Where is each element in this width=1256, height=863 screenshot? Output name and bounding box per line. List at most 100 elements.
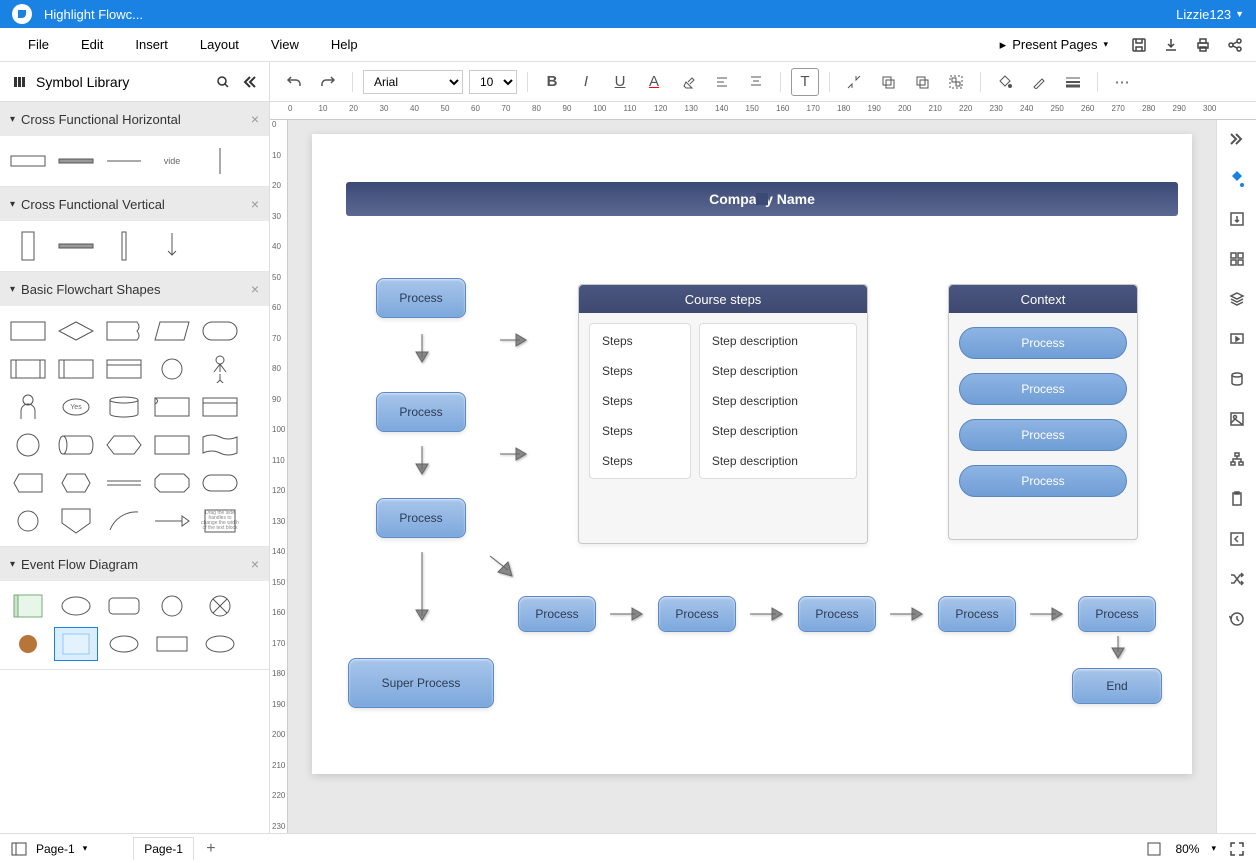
shape-thumb[interactable]: [54, 352, 98, 386]
fill-button[interactable]: [991, 68, 1019, 96]
export-icon[interactable]: [1226, 208, 1248, 230]
valign-button[interactable]: [742, 68, 770, 96]
menu-view[interactable]: View: [255, 28, 315, 61]
shape-thumb[interactable]: [6, 428, 50, 462]
shape-thumb[interactable]: [198, 428, 242, 462]
lib-header-cross-h[interactable]: ▾Cross Functional Horizontal×: [0, 102, 269, 136]
shape-thumb[interactable]: [150, 589, 194, 623]
shape-thumb[interactable]: [6, 144, 50, 178]
node-process[interactable]: Process: [1078, 596, 1156, 632]
shape-thumb[interactable]: Drag the sidehandles tochange the widtho…: [198, 504, 242, 538]
collapse-icon[interactable]: [241, 74, 257, 90]
font-size-select[interactable]: 10: [469, 70, 517, 94]
close-icon[interactable]: ×: [251, 196, 259, 212]
context-item[interactable]: Process: [959, 327, 1127, 359]
node-process[interactable]: Process: [938, 596, 1016, 632]
present-pages-button[interactable]: ▸ Present Pages ▾: [992, 33, 1116, 57]
clipboard-icon[interactable]: [1226, 488, 1248, 510]
shape-thumb[interactable]: [198, 144, 242, 178]
shape-thumb[interactable]: [198, 466, 242, 500]
node-process[interactable]: Process: [658, 596, 736, 632]
shape-thumb[interactable]: [198, 314, 242, 348]
connector-button[interactable]: [840, 68, 868, 96]
shape-thumb[interactable]: [150, 466, 194, 500]
collapse-icon[interactable]: [1226, 528, 1248, 550]
font-family-select[interactable]: Arial: [363, 70, 463, 94]
node-process[interactable]: Process: [798, 596, 876, 632]
shape-thumb[interactable]: [150, 352, 194, 386]
image-icon[interactable]: [1226, 408, 1248, 430]
shape-thumb[interactable]: [102, 390, 146, 424]
node-process[interactable]: Process: [518, 596, 596, 632]
theme-icon[interactable]: [1226, 168, 1248, 190]
expand-panel-icon[interactable]: [1226, 128, 1248, 150]
diagram-title[interactable]: Company Name: [346, 182, 1178, 216]
shape-thumb[interactable]: [54, 144, 98, 178]
menu-edit[interactable]: Edit: [65, 28, 119, 61]
add-page-button[interactable]: +: [202, 840, 220, 858]
highlight-button[interactable]: [674, 68, 702, 96]
shape-thumb[interactable]: [6, 466, 50, 500]
canvas-page[interactable]: Company Name Process Process Process Sup…: [312, 134, 1192, 774]
shape-thumb[interactable]: [198, 352, 242, 386]
lib-header-cross-v[interactable]: ▾Cross Functional Vertical×: [0, 187, 269, 221]
shape-thumb[interactable]: [6, 229, 50, 263]
fit-window-icon[interactable]: [1145, 840, 1163, 858]
grid-icon[interactable]: [1226, 248, 1248, 270]
line-color-button[interactable]: [1025, 68, 1053, 96]
shape-thumb[interactable]: [54, 627, 98, 661]
menu-help[interactable]: Help: [315, 28, 374, 61]
panel-course[interactable]: Course steps Steps Steps Steps Steps Ste…: [578, 284, 868, 544]
context-item[interactable]: Process: [959, 419, 1127, 451]
context-item[interactable]: Process: [959, 465, 1127, 497]
shuffle-icon[interactable]: [1226, 568, 1248, 590]
align-button[interactable]: [708, 68, 736, 96]
line-style-button[interactable]: [1059, 68, 1087, 96]
node-end[interactable]: End: [1072, 668, 1162, 704]
zoom-level[interactable]: 80%: [1175, 842, 1199, 856]
shape-thumb[interactable]: [198, 627, 242, 661]
shape-thumb[interactable]: [6, 504, 50, 538]
sitemap-icon[interactable]: [1226, 448, 1248, 470]
shape-thumb[interactable]: [150, 390, 194, 424]
undo-button[interactable]: [280, 68, 308, 96]
shape-thumb[interactable]: [6, 390, 50, 424]
shape-thumb[interactable]: [54, 229, 98, 263]
user-menu[interactable]: Lizzie123 ▼: [1176, 7, 1244, 22]
shape-thumb[interactable]: [102, 589, 146, 623]
shape-thumb[interactable]: [54, 504, 98, 538]
shape-thumb[interactable]: [102, 466, 146, 500]
database-icon[interactable]: [1226, 368, 1248, 390]
shape-thumb[interactable]: [6, 627, 50, 661]
shape-thumb[interactable]: [54, 314, 98, 348]
chevron-down-icon[interactable]: ▾: [1211, 843, 1216, 854]
shape-thumb[interactable]: [54, 428, 98, 462]
shape-thumb[interactable]: [102, 229, 146, 263]
node-process[interactable]: Process: [376, 278, 466, 318]
share-icon[interactable]: [1226, 36, 1244, 54]
context-item[interactable]: Process: [959, 373, 1127, 405]
close-icon[interactable]: ×: [251, 111, 259, 127]
canvas-scroll[interactable]: Company Name Process Process Process Sup…: [288, 120, 1216, 833]
print-icon[interactable]: [1194, 36, 1212, 54]
shape-thumb[interactable]: [102, 504, 146, 538]
group-button[interactable]: [942, 68, 970, 96]
shape-thumb[interactable]: [198, 589, 242, 623]
underline-button[interactable]: U: [606, 68, 634, 96]
shape-thumb[interactable]: [6, 352, 50, 386]
node-super-process[interactable]: Super Process: [348, 658, 494, 708]
pages-view-icon[interactable]: [10, 840, 28, 858]
shape-thumb[interactable]: [150, 627, 194, 661]
toback-button[interactable]: [908, 68, 936, 96]
menu-file[interactable]: File: [12, 28, 65, 61]
text-tool-button[interactable]: T: [791, 68, 819, 96]
shape-thumb[interactable]: [102, 428, 146, 462]
shape-thumb[interactable]: [150, 504, 194, 538]
shape-thumb[interactable]: Yes: [54, 390, 98, 424]
search-icon[interactable]: [215, 74, 231, 90]
menu-layout[interactable]: Layout: [184, 28, 255, 61]
node-process[interactable]: Process: [376, 498, 466, 538]
shape-thumb[interactable]: [198, 390, 242, 424]
font-color-button[interactable]: A: [640, 68, 668, 96]
save-icon[interactable]: [1130, 36, 1148, 54]
